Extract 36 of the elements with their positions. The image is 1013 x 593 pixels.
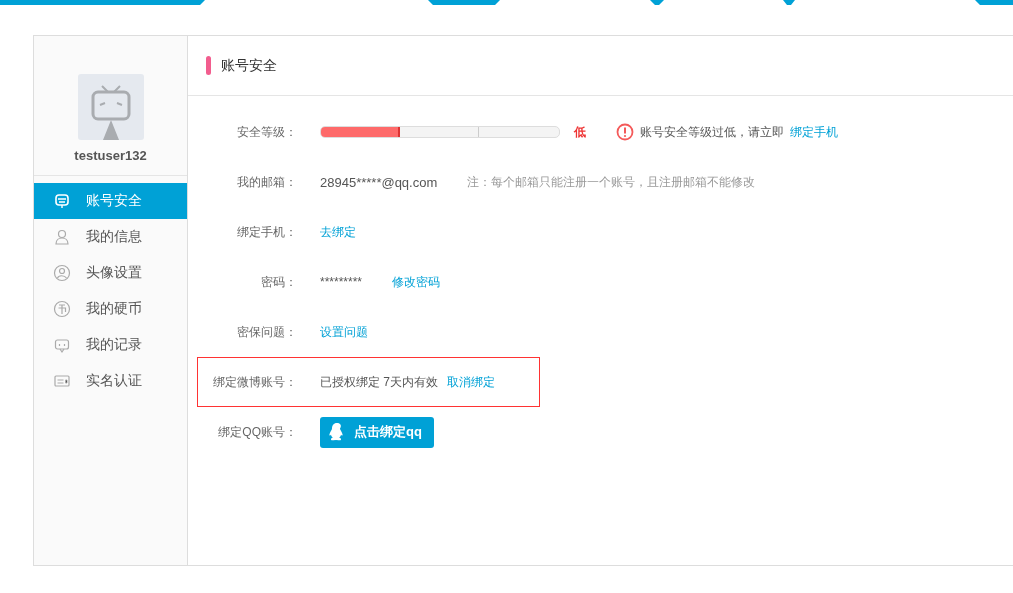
field-value: 28945*****@qq.com — [320, 174, 438, 190]
note-text: 注：每个邮箱只能注册一个账号，且注册邮箱不能修改 — [467, 173, 756, 191]
sidebar-item[interactable]: 头像设置 — [34, 255, 187, 291]
sidebar-item[interactable]: 我的硬币 — [34, 291, 187, 327]
warning-text: 账号安全等级过低，请立即 — [640, 123, 784, 141]
username: testuser132 — [74, 148, 147, 163]
sidebar-item[interactable]: 我的信息 — [34, 219, 187, 255]
avatar-icon — [53, 264, 71, 282]
warning-icon — [616, 123, 634, 141]
action-link[interactable]: 去绑定 — [320, 223, 356, 241]
field-value: ********* — [320, 275, 363, 289]
field-value: 已授权绑定 7天内有效 — [320, 373, 438, 391]
field-label: 绑定手机： — [236, 223, 297, 241]
chat-icon — [53, 336, 71, 354]
sidebar-item[interactable]: 我的记录 — [34, 327, 187, 363]
action-link[interactable]: 设置问题 — [320, 323, 368, 341]
person-icon — [53, 228, 71, 246]
coin-icon — [53, 300, 71, 318]
field-label: 密保问题： — [236, 323, 297, 341]
field-label: 密码： — [260, 273, 297, 291]
field-label: 绑定微博账号： — [212, 373, 297, 391]
title-marker — [206, 56, 211, 75]
field-label: 我的邮箱： — [236, 173, 297, 191]
field-label: 安全等级： — [236, 123, 297, 141]
penguin-icon — [328, 422, 346, 442]
field-label: 绑定QQ账号： — [217, 423, 297, 441]
sidebar-item[interactable]: 实名认证 — [34, 363, 187, 399]
section-title: 账号安全 — [221, 56, 277, 75]
tv-avatar-icon — [77, 74, 144, 140]
level-rating: 低 — [574, 123, 586, 141]
bind-qq-button[interactable]: 点击绑定qq — [320, 416, 434, 448]
action-link[interactable]: 取消绑定 — [447, 373, 495, 391]
id-card-icon — [53, 372, 71, 390]
bind-phone-link[interactable]: 绑定手机 — [790, 123, 838, 141]
action-link[interactable]: 修改密码 — [392, 273, 441, 291]
sidebar-item[interactable]: 账号安全 — [34, 183, 187, 219]
